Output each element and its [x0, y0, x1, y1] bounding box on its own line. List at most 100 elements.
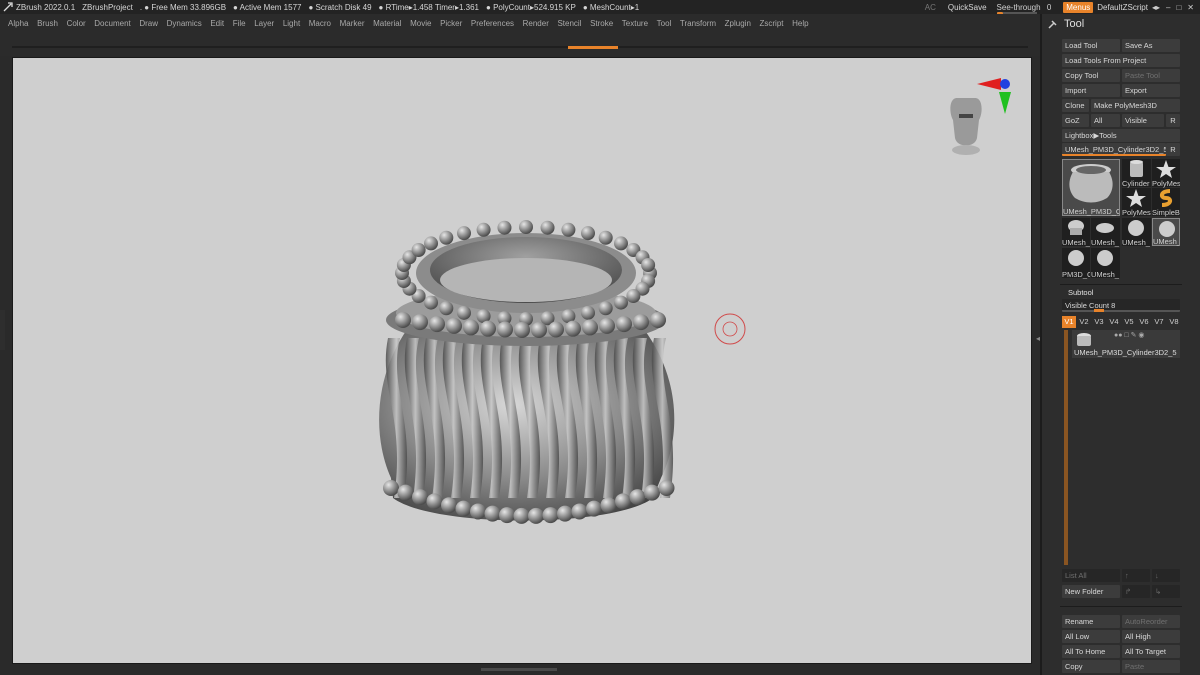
goz-r-button[interactable]: R: [1166, 114, 1180, 127]
menu-macro[interactable]: Macro: [309, 19, 331, 28]
menu-movie[interactable]: Movie: [410, 19, 431, 28]
see-through-slider[interactable]: See-through 0: [996, 3, 1051, 14]
paste-tool-button[interactable]: Paste Tool: [1122, 69, 1180, 82]
autoreorder-button[interactable]: AutoReorder: [1122, 615, 1180, 628]
subtool-scrollbar[interactable]: [1064, 330, 1068, 565]
subtool-item[interactable]: ●● □ ✎ ◉ UMesh_PM3D_Cylinder3D2_5: [1072, 330, 1180, 358]
all-to-home-button[interactable]: All To Home: [1062, 645, 1120, 658]
ac-toggle[interactable]: AC: [925, 3, 936, 12]
menu-zplugin[interactable]: Zplugin: [725, 19, 751, 28]
all-low-button[interactable]: All Low: [1062, 630, 1120, 643]
load-tools-from-project-button[interactable]: Load Tools From Project: [1062, 54, 1180, 67]
goz-visible-button[interactable]: Visible: [1122, 114, 1164, 127]
tool-thumb-main[interactable]: UMesh_PM3D_C: [1062, 159, 1120, 216]
menu-texture[interactable]: Texture: [622, 19, 648, 28]
move-down-icon[interactable]: ↓: [1152, 569, 1180, 582]
tool-thumb-u2[interactable]: UMesh_: [1091, 218, 1120, 247]
menu-preferences[interactable]: Preferences: [471, 19, 514, 28]
menu-brush[interactable]: Brush: [37, 19, 58, 28]
menu-light[interactable]: Light: [283, 19, 300, 28]
subtool-version-v5[interactable]: V5: [1122, 316, 1136, 328]
tool-thumb-u3[interactable]: UMesh_: [1122, 218, 1151, 247]
all-high-button[interactable]: All High: [1122, 630, 1180, 643]
tool-thumb-u5[interactable]: UMesh_: [1091, 248, 1120, 279]
current-tool-r-button[interactable]: R: [1166, 143, 1180, 156]
menu-stencil[interactable]: Stencil: [557, 19, 581, 28]
goz-button[interactable]: GoZ: [1062, 114, 1089, 127]
axis-gizmo-icon[interactable]: [977, 78, 1011, 114]
menu-picker[interactable]: Picker: [440, 19, 462, 28]
star-icon: [1126, 189, 1146, 207]
bottom-tray-handle[interactable]: [481, 668, 557, 671]
star-icon: [1156, 160, 1176, 178]
tool-thumb-simplebrush[interactable]: SimpleB: [1152, 188, 1180, 217]
navigation-head-icon[interactable]: [950, 98, 982, 155]
make-polymesh3d-button[interactable]: Make PolyMesh3D: [1091, 99, 1180, 112]
visible-count-slider[interactable]: Visible Count 8: [1062, 299, 1180, 312]
menu-stroke[interactable]: Stroke: [590, 19, 613, 28]
new-folder-button[interactable]: New Folder: [1062, 585, 1120, 598]
menu-draw[interactable]: Draw: [139, 19, 158, 28]
menu-material[interactable]: Material: [373, 19, 401, 28]
vase-model[interactable]: [379, 220, 675, 524]
default-zscript-button[interactable]: DefaultZScript: [1097, 3, 1148, 12]
rename-button[interactable]: Rename: [1062, 615, 1120, 628]
goz-all-button[interactable]: All: [1091, 114, 1120, 127]
arrow-up-right-icon[interactable]: ↱: [1122, 585, 1150, 598]
subtool-visibility-icons[interactable]: ●● □ ✎ ◉: [1114, 331, 1145, 339]
copy-button[interactable]: Copy: [1062, 660, 1120, 673]
close-icon[interactable]: ✕: [1187, 3, 1194, 12]
shelf-handle[interactable]: [568, 46, 618, 49]
menu-file[interactable]: File: [233, 19, 246, 28]
import-button[interactable]: Import: [1062, 84, 1120, 97]
current-tool-slider[interactable]: UMesh_PM3D_Cylinder3D2_5: [1062, 143, 1166, 156]
left-tray-handle[interactable]: [0, 310, 5, 350]
cylinder-icon: [1130, 160, 1143, 177]
minimize-icon[interactable]: –: [1166, 3, 1170, 12]
menus-button[interactable]: Menus: [1063, 1, 1094, 13]
tool-thumb-u1[interactable]: UMesh_: [1062, 218, 1090, 247]
document-viewport[interactable]: [12, 57, 1032, 664]
save-as-button[interactable]: Save As: [1122, 39, 1180, 52]
menu-layer[interactable]: Layer: [254, 19, 274, 28]
menu-marker[interactable]: Marker: [340, 19, 365, 28]
menu-transform[interactable]: Transform: [680, 19, 716, 28]
tool-thumb-p1[interactable]: PM3D_C: [1062, 248, 1090, 279]
list-all-button[interactable]: List All: [1062, 569, 1120, 582]
lightbox-tools-button[interactable]: Lightbox▶Tools: [1062, 129, 1180, 142]
menu-help[interactable]: Help: [792, 19, 808, 28]
quicksave-button[interactable]: QuickSave: [948, 3, 987, 12]
menu-alpha[interactable]: Alpha: [8, 19, 28, 28]
subtool-version-v7[interactable]: V7: [1152, 316, 1166, 328]
menu-tool[interactable]: Tool: [657, 19, 672, 28]
tool-palette-header[interactable]: Tool: [1040, 14, 1200, 34]
maximize-icon[interactable]: □: [1176, 3, 1181, 12]
copy-tool-button[interactable]: Copy Tool: [1062, 69, 1120, 82]
all-to-target-button[interactable]: All To Target: [1122, 645, 1180, 658]
subtool-version-v4[interactable]: V4: [1107, 316, 1121, 328]
subtool-version-v6[interactable]: V6: [1137, 316, 1151, 328]
menu-render[interactable]: Render: [523, 19, 549, 28]
tool-thumb-cylinder[interactable]: Cylinder: [1122, 159, 1151, 188]
move-up-icon[interactable]: ↑: [1122, 569, 1150, 582]
menu-zscript[interactable]: Zscript: [760, 19, 784, 28]
paste-button[interactable]: Paste: [1122, 660, 1180, 673]
arrow-down-right-icon[interactable]: ↳: [1152, 585, 1180, 598]
layout-arrows-icon[interactable]: ◂▸: [1152, 3, 1160, 12]
menu-edit[interactable]: Edit: [210, 19, 224, 28]
menu-color[interactable]: Color: [67, 19, 86, 28]
subtool-version-v3[interactable]: V3: [1092, 316, 1106, 328]
subtool-version-v1[interactable]: V1: [1062, 316, 1076, 328]
tool-thumb-polymesh[interactable]: PolyMes: [1152, 159, 1180, 188]
load-tool-button[interactable]: Load Tool: [1062, 39, 1120, 52]
subtool-version-v8[interactable]: V8: [1167, 316, 1181, 328]
clone-button[interactable]: Clone: [1062, 99, 1089, 112]
subtool-version-v2[interactable]: V2: [1077, 316, 1091, 328]
polycount: ● PolyCount▸524.915 KP: [486, 2, 576, 12]
tool-thumb-u4[interactable]: UMesh_: [1152, 218, 1180, 246]
export-button[interactable]: Export: [1122, 84, 1180, 97]
menu-document[interactable]: Document: [94, 19, 130, 28]
panel-collapse-handle[interactable]: ◂: [1036, 334, 1040, 354]
menu-dynamics[interactable]: Dynamics: [167, 19, 202, 28]
tool-thumb-polymesh2[interactable]: PolyMes: [1122, 188, 1151, 217]
